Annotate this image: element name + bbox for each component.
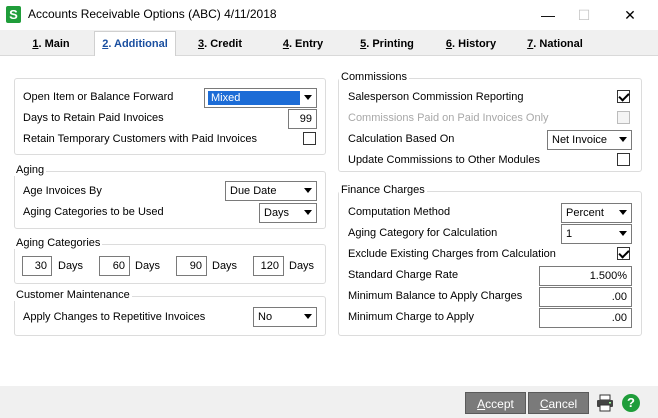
age-by-select[interactable]: Due Date [225,181,317,201]
tab-additional[interactable]: 2. Additional [94,31,176,57]
open-item-select[interactable]: Mixed [204,88,317,108]
tab-history[interactable]: 6. History [443,33,499,55]
aging-category-3-input[interactable]: 90 [176,256,207,276]
charge-rate-label: Standard Charge Rate [348,269,459,281]
title-bar: S Accounts Receivable Options (ABC) 4/11… [0,0,658,30]
customer-maintenance-legend: Customer Maintenance [14,289,132,301]
maximize-button[interactable]: ☐ [562,0,606,30]
commissions-legend: Commissions [339,71,410,83]
apply-changes-label: Apply Changes to Repetitive Invoices [23,311,206,323]
salesperson-checkbox[interactable] [617,90,630,103]
aging-category-calc-label: Aging Category for Calculation [348,227,498,239]
categories-used-label: Aging Categories to be Used [23,206,164,218]
days-retain-label: Days to Retain Paid Invoices [23,112,164,124]
open-item-label: Open Item or Balance Forward [23,91,174,103]
checkmark-icon [618,90,630,102]
min-balance-input[interactable]: .00 [539,287,632,307]
method-label: Computation Method [348,206,451,218]
aging-category-1-input[interactable]: 30 [22,256,52,276]
apply-changes-select[interactable]: No [253,307,317,327]
window-title: Accounts Receivable Options (ABC) 4/11/2… [28,7,277,21]
tab-printing[interactable]: 5. Printing [356,33,418,55]
aging-category-4-unit: Days [289,260,315,272]
chevron-down-icon [304,188,312,193]
accept-button[interactable]: Accept [465,392,526,414]
tab-national[interactable]: 7. National [524,33,586,55]
min-charge-input[interactable]: .00 [539,308,632,328]
finance-charges-legend: Finance Charges [339,184,427,196]
printer-icon[interactable] [596,394,614,412]
paid-only-label: Commissions Paid on Paid Invoices Only [348,112,549,124]
tab-main[interactable]: 1. Main [26,33,76,55]
exclude-charges-label: Exclude Existing Charges from Calculatio… [348,248,556,260]
aging-categories-legend: Aging Categories [14,237,103,249]
charge-rate-input[interactable]: 1.500% [539,266,632,286]
close-button[interactable]: ✕ [608,0,652,30]
aging-category-3-unit: Days [212,260,238,272]
chevron-down-icon [304,210,312,215]
aging-category-calc-select[interactable]: 1 [561,224,632,244]
aging-category-1-unit: Days [58,260,84,272]
calc-based-select[interactable]: Net Invoice [547,130,632,150]
chevron-down-icon [304,314,312,319]
paid-only-checkbox[interactable] [617,111,630,124]
aging-legend: Aging [14,164,47,176]
categories-used-select[interactable]: Days [259,203,317,223]
help-icon[interactable]: ? [622,394,640,412]
chevron-down-icon [619,137,627,142]
salesperson-label: Salesperson Commission Reporting [348,91,524,103]
days-retain-input[interactable]: 99 [288,109,317,129]
retain-temp-label: Retain Temporary Customers with Paid Inv… [23,133,257,145]
calc-based-label: Calculation Based On [348,133,455,145]
min-balance-label: Minimum Balance to Apply Charges [348,290,523,302]
method-select[interactable]: Percent [561,203,632,223]
chevron-down-icon [304,95,312,100]
aging-category-4-input[interactable]: 120 [253,256,284,276]
chevron-down-icon [619,210,627,215]
min-charge-label: Minimum Charge to Apply [348,311,474,323]
chevron-down-icon [619,231,627,236]
update-commissions-checkbox[interactable] [617,153,630,166]
exclude-charges-checkbox[interactable] [617,247,630,260]
retain-temp-checkbox[interactable] [303,132,316,145]
tab-entry[interactable]: 4. Entry [278,33,328,55]
age-by-label: Age Invoices By [23,185,102,197]
tab-credit[interactable]: 3. Credit [192,33,248,55]
sage-logo-icon: S [6,6,21,23]
update-commissions-label: Update Commissions to Other Modules [348,154,540,166]
checkmark-icon [618,247,630,259]
aging-category-2-unit: Days [135,260,161,272]
aging-category-2-input[interactable]: 60 [99,256,130,276]
cancel-button[interactable]: Cancel [528,392,589,414]
